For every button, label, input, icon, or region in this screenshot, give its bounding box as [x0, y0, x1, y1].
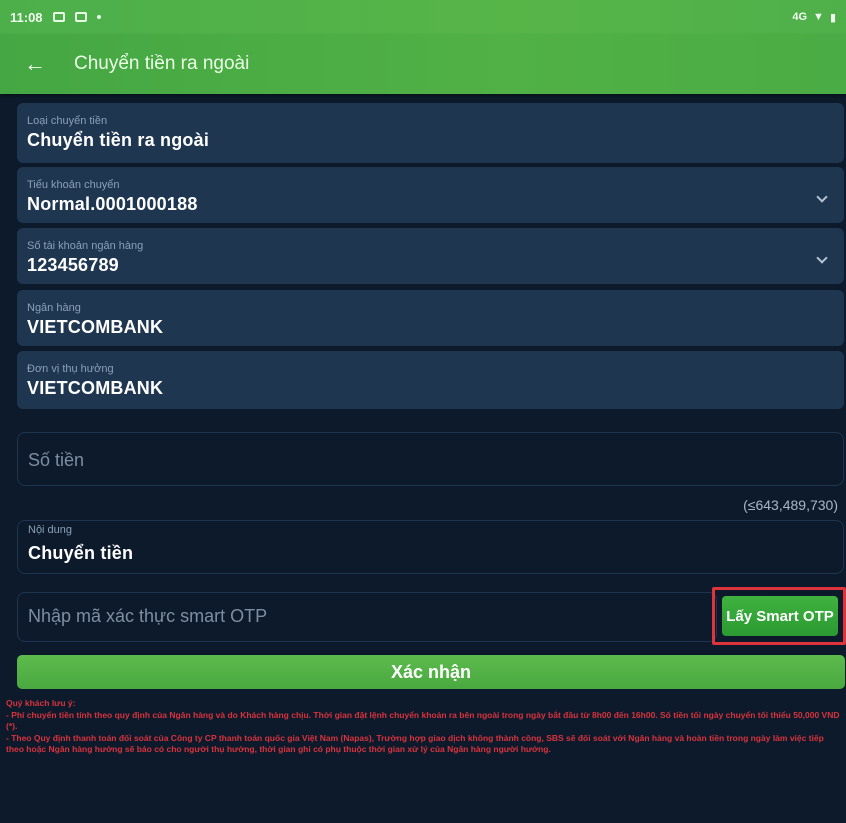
status-bar: 11:08 4G ▼ ▮ — [0, 0, 846, 34]
dot-icon — [96, 15, 101, 19]
notes-line-1: - Phí chuyển tiền tính theo quy định của… — [6, 709, 840, 732]
sub-account-value: Normal.0001000188 — [27, 194, 198, 214]
battery-icon: ▮ — [829, 11, 836, 24]
content-input[interactable]: Nội dung Chuyển tiền — [17, 520, 844, 574]
bank-value: VIETCOMBANK — [27, 317, 164, 337]
beneficiary-label: Đơn vị thụ hưởng — [27, 363, 114, 375]
notes-line-2: - Theo Quy định thanh toán đối soát của … — [6, 732, 824, 755]
transfer-type-field: Loại chuyển tiền Chuyển tiền ra ngoài — [17, 103, 844, 163]
network-label: 4G — [792, 11, 808, 23]
bank-account-label: Số tài khoản ngân hàng — [27, 240, 144, 252]
beneficiary-field: Đơn vị thụ hưởng VIETCOMBANK — [17, 351, 844, 409]
cast-icon — [52, 12, 65, 22]
back-arrow-icon[interactable]: ← — [24, 51, 46, 77]
sub-account-label: Tiểu khoản chuyển — [27, 179, 120, 191]
transfer-type-value: Chuyển tiền ra ngoài — [27, 130, 210, 150]
available-balance: (≤643,489,730) — [743, 497, 838, 513]
beneficiary-value: VIETCOMBANK — [27, 378, 164, 398]
bank-account-value: 123456789 — [27, 255, 119, 275]
otp-input[interactable]: Nhập mã xác thực smart OTP — [17, 592, 717, 642]
get-smart-otp-button[interactable]: Lấy Smart OTP — [722, 596, 838, 636]
confirm-button[interactable]: Xác nhận — [17, 655, 845, 689]
content-label: Nội dung — [28, 524, 73, 536]
page-title: Chuyển tiền ra ngoài — [74, 53, 250, 74]
amount-placeholder: Số tiền — [28, 450, 85, 470]
notification-icon — [74, 12, 87, 22]
notes-title: Quý khách lưu ý: — [6, 698, 76, 708]
content-value: Chuyển tiền — [28, 543, 134, 563]
amount-input[interactable]: Số tiền — [17, 432, 844, 486]
otp-placeholder: Nhập mã xác thực smart OTP — [28, 606, 268, 626]
wifi-icon: ▼ — [813, 11, 824, 23]
bank-field: Ngân hàng VIETCOMBANK — [17, 290, 844, 346]
bank-label: Ngân hàng — [27, 302, 81, 314]
sub-account-select[interactable]: Tiểu khoản chuyển Normal.0001000188 — [17, 167, 844, 223]
notes-section: Quý khách lưu ý: - Phí chuyển tiền tính … — [6, 698, 844, 756]
app-bar: ← Chuyển tiền ra ngoài — [0, 34, 846, 94]
bank-account-select[interactable]: Số tài khoản ngân hàng 123456789 — [17, 228, 844, 284]
status-time: 11:08 — [10, 9, 43, 25]
transfer-type-label: Loại chuyển tiền — [27, 115, 108, 127]
